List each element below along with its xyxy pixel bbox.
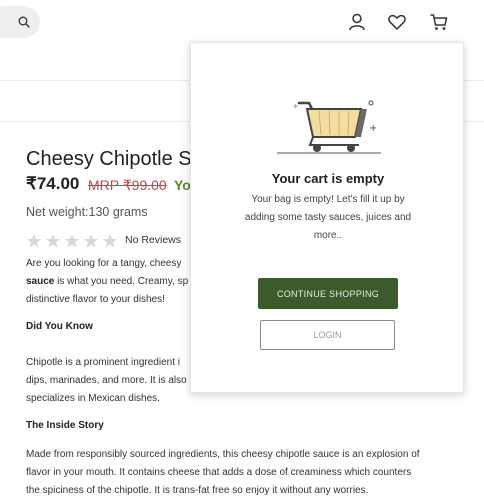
cart-icon[interactable]: [429, 12, 449, 32]
story-line: Made from responsibly sourced ingredient…: [26, 449, 420, 460]
svg-text:*: *: [293, 103, 298, 114]
star-icon: [64, 234, 80, 248]
search-button[interactable]: [0, 6, 40, 38]
inside-story-heading: The Inside Story: [26, 420, 104, 431]
heart-icon[interactable]: [387, 12, 407, 32]
product-mrp: MRP ₹99.00: [88, 177, 167, 193]
description-line: Are you looking for a tangy, cheesy: [26, 258, 182, 269]
story-line: flavor in your mouth. It contains cheese…: [26, 467, 412, 478]
empty-cart-illustration: * +: [277, 100, 381, 154]
star-icon: [102, 234, 118, 248]
search-icon: [18, 16, 30, 28]
did-you-know-heading: Did You Know: [26, 321, 93, 332]
description-line: sauce is what you need. Creamy, sp: [26, 273, 188, 291]
you-save-text: Yo: [174, 177, 191, 193]
dyk-line: dips, marinades, and more. It is also: [26, 375, 187, 386]
cart-empty-title: Your cart is empty: [271, 171, 385, 186]
cart-dropdown: * + Your cart is empty Your bag is empty…: [190, 42, 464, 393]
svg-text:+: +: [369, 123, 377, 134]
product-price: ₹74.00: [26, 174, 80, 193]
net-weight: Net weight:130 grams: [26, 205, 148, 219]
star-icon: [83, 234, 99, 248]
description-bold: sauce: [26, 276, 55, 287]
story-line: the spiciness of the chipotle. It is tra…: [26, 485, 369, 496]
dyk-line: Chipotle is a prominent ingredient i: [26, 357, 180, 368]
rating-stars: [26, 233, 118, 249]
description-line: distinctive flavor to your dishes!: [26, 294, 165, 305]
description-text: is what you need. Creamy, sp: [54, 276, 189, 287]
user-icon[interactable]: [347, 12, 367, 32]
reviews-count[interactable]: No Reviews: [125, 234, 181, 246]
dyk-line: specializes in Mexican dishes.: [26, 393, 160, 404]
star-icon: [26, 234, 42, 248]
login-button[interactable]: LOGIN: [260, 320, 395, 350]
cart-empty-message: Your bag is empty! Let's fill it up by a…: [244, 194, 412, 241]
star-icon: [45, 234, 61, 248]
continue-shopping-button[interactable]: CONTINUE SHOPPING: [258, 278, 398, 309]
product-title: Cheesy Chipotle S: [26, 148, 192, 170]
